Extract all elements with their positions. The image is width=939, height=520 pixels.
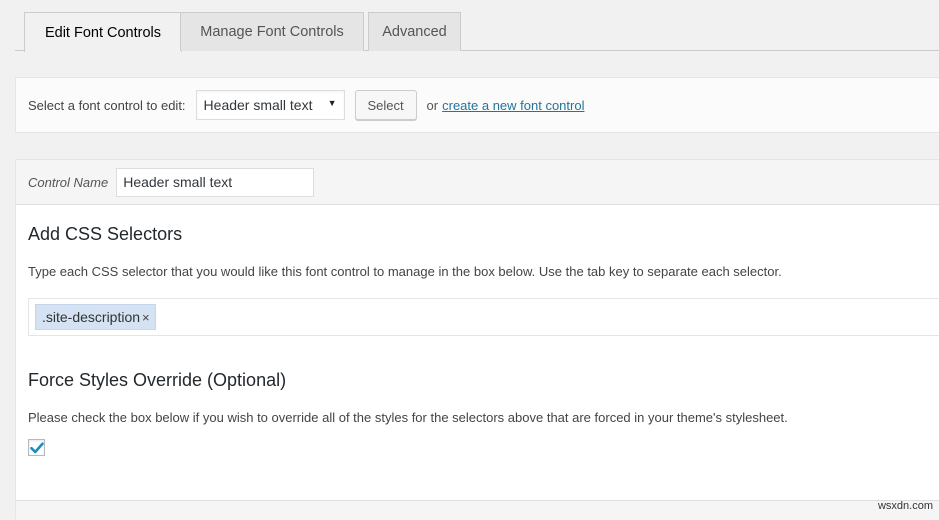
selector-tag-label: .site-description — [42, 309, 140, 325]
control-name-label: Control Name — [28, 175, 108, 190]
tab-advanced[interactable]: Advanced — [368, 12, 461, 51]
control-name-input[interactable] — [116, 168, 314, 197]
font-control-select-bar: Select a font control to edit: Header sm… — [15, 77, 939, 133]
force-styles-description: Please check the box below if you wish t… — [28, 410, 788, 425]
select-button[interactable]: Select — [355, 90, 417, 120]
panel-footer — [16, 500, 939, 520]
caret-down-icon: ▼ — [328, 98, 337, 108]
tab-edit-font-controls[interactable]: Edit Font Controls — [24, 12, 182, 52]
force-styles-checkbox[interactable] — [28, 439, 45, 456]
control-name-bar: Control Name — [16, 160, 939, 205]
remove-tag-icon[interactable]: × — [142, 310, 150, 325]
tab-bar: Edit Font Controls Manage Font Controls … — [15, 0, 939, 51]
or-text: or — [427, 98, 439, 113]
watermark: wsxdn.com — [878, 500, 933, 512]
tab-manage-font-controls[interactable]: Manage Font Controls — [180, 12, 364, 51]
select-label: Select a font control to edit: — [28, 98, 186, 113]
font-control-dropdown[interactable]: Header small text ▼ — [196, 90, 345, 120]
create-new-font-control-link[interactable]: create a new font control — [442, 98, 584, 113]
add-css-selectors-heading: Add CSS Selectors — [28, 224, 182, 245]
css-selector-input[interactable]: .site-description × — [28, 298, 939, 336]
checkmark-icon — [30, 442, 44, 454]
selector-tag: .site-description × — [35, 304, 156, 330]
dropdown-selected-value: Header small text — [204, 97, 313, 113]
font-control-panel: Control Name Add CSS Selectors Type each… — [15, 159, 939, 519]
force-styles-heading: Force Styles Override (Optional) — [28, 370, 286, 391]
css-selectors-description: Type each CSS selector that you would li… — [28, 264, 782, 279]
